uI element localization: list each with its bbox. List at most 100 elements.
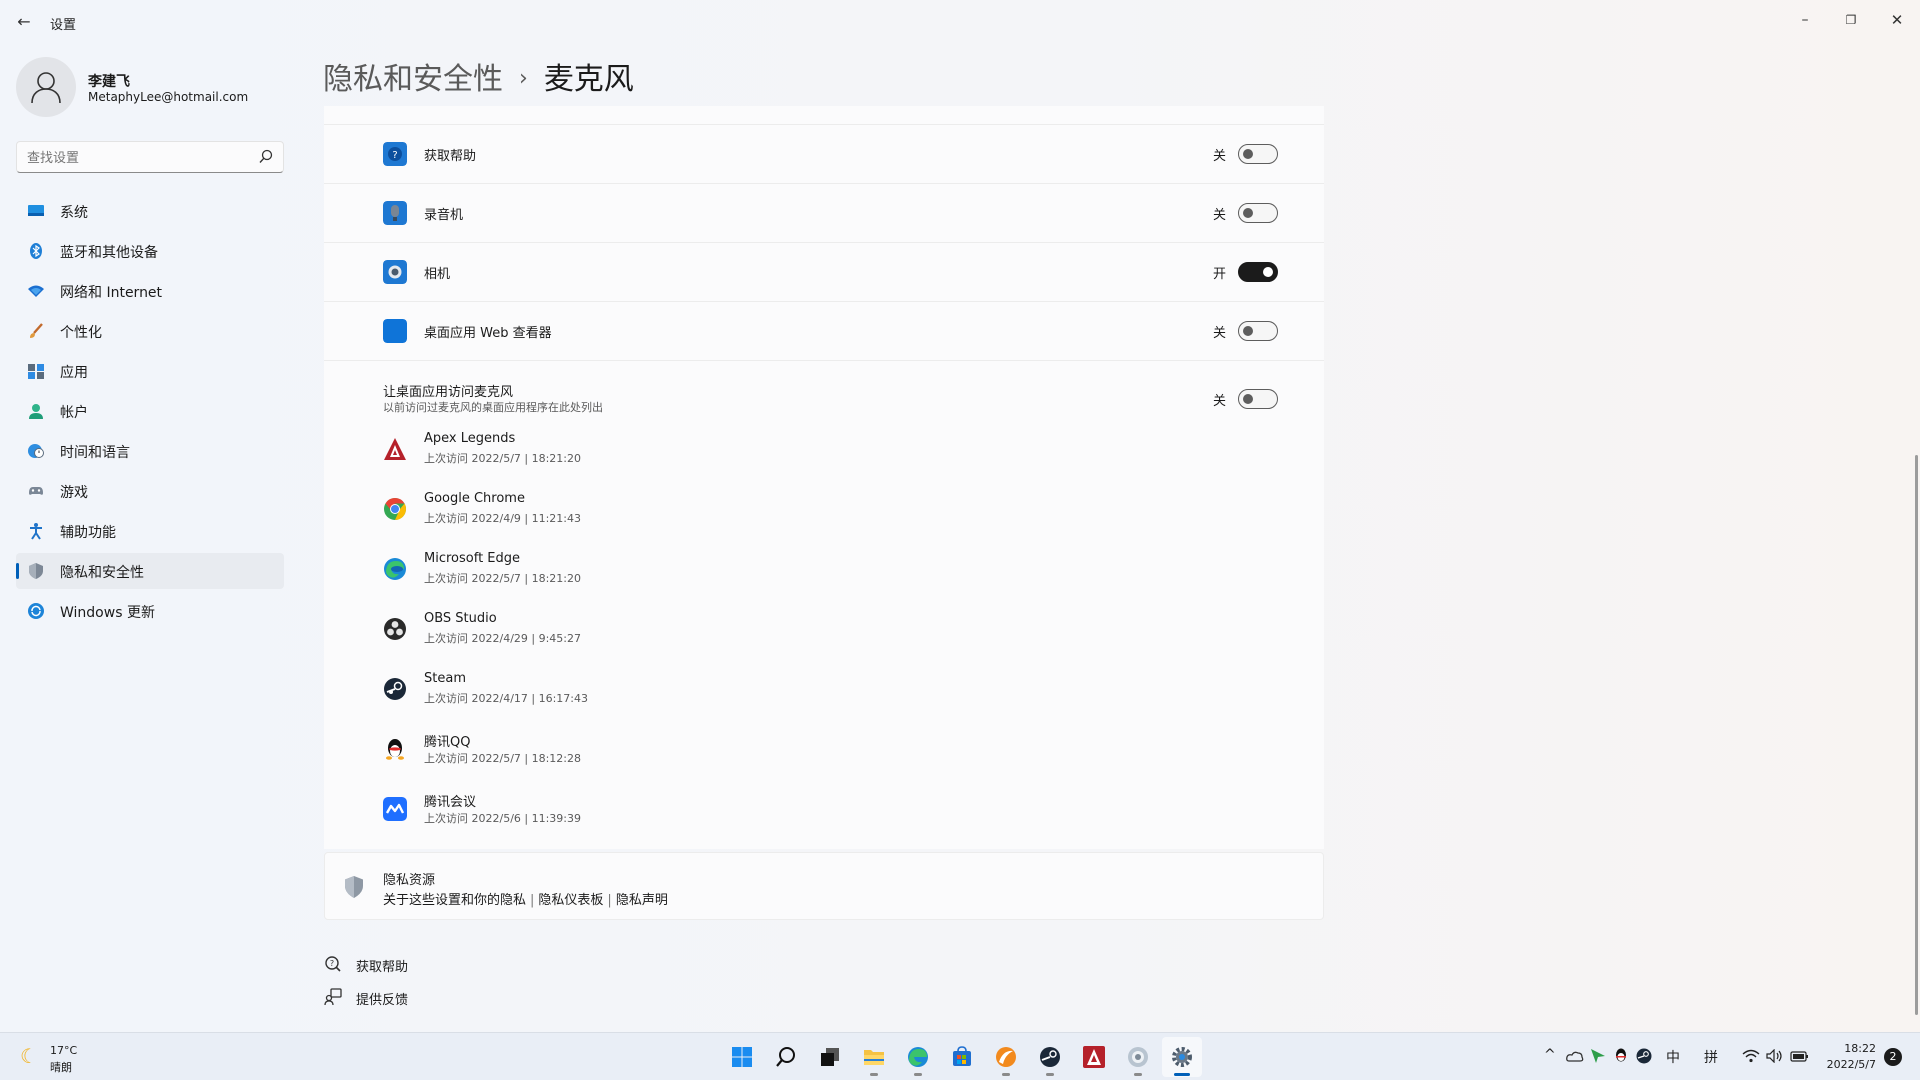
camera-toggle[interactable]: [1238, 262, 1278, 282]
sidebar-item-privacy-security[interactable]: 隐私和安全性: [16, 553, 284, 589]
get-help-toggle[interactable]: [1238, 144, 1278, 164]
search-box[interactable]: [16, 141, 284, 173]
moon-icon: ☾: [20, 1044, 38, 1068]
weather-widget[interactable]: ☾ 17°C 晴朗: [20, 1041, 100, 1074]
start-icon: [732, 1047, 752, 1067]
chevron-up-icon[interactable]: ^: [1544, 1047, 1556, 1063]
last-access: 上次访问 2022/4/17 | 16:17:43: [424, 692, 589, 705]
recorder-icon: [383, 201, 407, 225]
feedback-icon: [324, 988, 342, 1006]
last-access: 上次访问 2022/5/6 | 11:39:39: [424, 812, 582, 825]
battery-icon[interactable]: [1790, 1049, 1810, 1063]
maximize-button[interactable]: ❐: [1828, 6, 1874, 34]
green-arrow-icon[interactable]: [1590, 1048, 1606, 1064]
sidebar-item-accessibility[interactable]: 辅助功能: [16, 513, 284, 549]
sidebar-item-bluetooth[interactable]: 蓝牙和其他设备: [16, 233, 284, 269]
privacy-link-about[interactable]: 关于这些设置和你的隐私: [383, 893, 526, 908]
sidebar-item-label: 个性化: [60, 325, 102, 341]
toggle-knob: [1243, 149, 1253, 159]
selection-indicator: [16, 563, 19, 579]
scrollbar[interactable]: [1915, 455, 1918, 1015]
apex-icon: [1083, 1046, 1105, 1068]
taskbar-app-steam[interactable]: [1030, 1037, 1070, 1077]
breadcrumb-parent[interactable]: 隐私和安全性: [323, 62, 503, 97]
svg-text:?: ?: [392, 150, 397, 161]
file-explorer-icon: [864, 1050, 884, 1065]
privacy-resources-card: 隐私资源 关于这些设置和你的隐私 | 隐私仪表板 | 隐私声明: [324, 852, 1324, 920]
taskbar-app-store[interactable]: [942, 1037, 982, 1077]
desktop-app-tencent-meeting: 腾讯会议 上次访问 2022/5/6 | 11:39:39: [324, 785, 1324, 833]
apex-icon: [384, 438, 406, 460]
app-row-web-viewer: 桌面应用 Web 查看器 关: [324, 302, 1324, 361]
desktop-app-steam: Steam 上次访问 2022/4/17 | 16:17:43: [324, 665, 1324, 713]
person-icon: [31, 72, 61, 104]
qq-icon: [386, 739, 404, 760]
taskbar-app-file-explorer[interactable]: [854, 1037, 894, 1077]
app-name: Steam: [424, 671, 466, 686]
running-indicator: [1046, 1073, 1054, 1076]
minimize-button[interactable]: –: [1782, 6, 1828, 34]
desktop-app-tencent-qq: 腾讯QQ 上次访问 2022/5/7 | 18:12:28: [324, 725, 1324, 773]
taskbar: ☾ 17°C 晴朗 ^ 中 拼 18:22 2022/5/7 2: [0, 1032, 1920, 1080]
taskbar-app-globe[interactable]: [1118, 1037, 1158, 1077]
settings-window: ← 设置 – ❐ ✕ 李建飞 MetaphyLee@hotmail.com 系统…: [0, 0, 1920, 1032]
search-icon[interactable]: [259, 149, 273, 165]
recorder-toggle[interactable]: [1238, 203, 1278, 223]
taskbar-app-apex[interactable]: [1074, 1037, 1114, 1077]
taskbar-search-button[interactable]: [766, 1037, 806, 1077]
app-name: 腾讯会议: [424, 795, 477, 810]
desktop-app-apex-legends: Apex Legends 上次访问 2022/5/7 | 18:21:20: [324, 425, 1324, 473]
sidebar-item-personalization[interactable]: 个性化: [16, 313, 284, 349]
ime-mode-indicator[interactable]: 拼: [1704, 1047, 1718, 1067]
sidebar-item-apps[interactable]: 应用: [16, 353, 284, 389]
app-title: 设置: [50, 18, 77, 33]
sidebar-item-accounts[interactable]: 帐户: [16, 393, 284, 429]
weather-temp: 17°C: [50, 1044, 78, 1057]
taskbar-app-orange[interactable]: [986, 1037, 1026, 1077]
page-title: 麦克风: [543, 62, 634, 97]
desktop-apps-section: 让桌面应用访问麦克风 以前访问过麦克风的桌面应用程序在此处列出 关 Apex L…: [324, 361, 1324, 849]
sidebar-item-windows-update[interactable]: Windows 更新: [16, 593, 284, 629]
running-indicator: [1002, 1073, 1010, 1076]
web-viewer-toggle[interactable]: [1238, 321, 1278, 341]
sidebar-item-network[interactable]: 网络和 Internet: [16, 273, 284, 309]
avatar: [16, 57, 76, 117]
task-view-button[interactable]: [810, 1037, 850, 1077]
close-button[interactable]: ✕: [1874, 6, 1920, 34]
edge-icon: [908, 1047, 928, 1067]
toggle-state-label: 关: [1213, 149, 1227, 164]
chrome-icon: [384, 498, 406, 520]
volume-icon[interactable]: [1766, 1049, 1784, 1063]
sidebar-item-label: 辅助功能: [60, 525, 116, 541]
steam-tray-icon[interactable]: [1636, 1048, 1652, 1064]
running-indicator: [1134, 1073, 1142, 1076]
profile-name: 李建飞: [88, 74, 130, 90]
app-name: OBS Studio: [424, 611, 497, 626]
update-icon: [28, 603, 44, 619]
qq-tray-icon[interactable]: [1614, 1048, 1628, 1064]
user-profile[interactable]: 李建飞 MetaphyLee@hotmail.com: [16, 57, 286, 117]
back-arrow-icon[interactable]: ←: [14, 12, 34, 32]
notification-badge[interactable]: 2: [1884, 1048, 1902, 1066]
get-help-icon: ?: [383, 142, 407, 166]
breadcrumb-separator: ›: [519, 66, 528, 91]
privacy-link-dashboard[interactable]: 隐私仪表板: [538, 893, 603, 908]
wifi-icon[interactable]: [1742, 1049, 1760, 1063]
sidebar-item-time-language[interactable]: 时间和语言: [16, 433, 284, 469]
taskbar-app-settings[interactable]: [1162, 1037, 1202, 1077]
ime-language-indicator[interactable]: 中: [1666, 1047, 1680, 1067]
system-clock[interactable]: 18:22 2022/5/7: [1820, 1041, 1876, 1073]
desktop-apps-toggle[interactable]: [1238, 389, 1278, 409]
sidebar-item-gaming[interactable]: 游戏: [16, 473, 284, 509]
privacy-link-statement[interactable]: 隐私声明: [616, 893, 668, 908]
sidebar-nav: 系统 蓝牙和其他设备 网络和 Internet 个性化 应用 帐户 时间和语言: [16, 193, 284, 633]
sidebar-item-label: Windows 更新: [60, 605, 155, 621]
toggle-knob: [1243, 394, 1253, 404]
store-icon: [953, 1046, 971, 1066]
sidebar-item-system[interactable]: 系统: [16, 193, 284, 229]
clock-date: 2022/5/7: [1826, 1058, 1876, 1071]
onedrive-icon[interactable]: [1566, 1049, 1584, 1063]
taskbar-app-edge[interactable]: [898, 1037, 938, 1077]
start-button[interactable]: [722, 1037, 762, 1077]
search-input[interactable]: [27, 148, 247, 168]
